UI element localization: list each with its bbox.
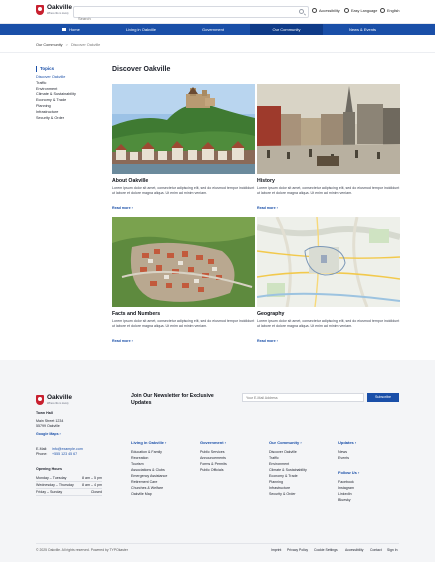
legal-link-privacy[interactable]: Privacy Policy (287, 548, 308, 552)
legal-link-cookie-settings[interactable]: Cookie Settings (314, 548, 338, 552)
page-title: Discover Oakville (112, 66, 171, 73)
legal-link-imprint[interactable]: Imprint (271, 548, 281, 552)
breadcrumb-current: Discover Oakville (70, 43, 101, 47)
footer-heading-updates[interactable]: Updates › (338, 440, 356, 445)
legal-link-contact[interactable]: Contact (370, 548, 382, 552)
nav-living-in-oakville[interactable]: Living in Oakville (106, 24, 176, 35)
newsletter-email-input[interactable] (242, 393, 364, 402)
city-map-image[interactable] (257, 217, 400, 307)
easy-language-button[interactable]: Easy Language (344, 8, 377, 13)
card-title: About Oakville (112, 178, 149, 184)
divider (36, 543, 399, 544)
footer-logo-name: Oakville (47, 394, 72, 401)
phone-link[interactable]: +555 123 45 67 (52, 452, 77, 457)
read-more-link[interactable]: Read more › (112, 206, 133, 210)
top-header: Oakville Where life is lovely Accessibil… (0, 0, 435, 24)
globe-icon (380, 8, 385, 13)
footer-heading-follow-us[interactable]: Follow Us › (338, 470, 359, 475)
accessibility-icon (312, 8, 317, 13)
card-about-oakville: About Oakville Lorem ipsum dolor sit ame… (112, 84, 255, 214)
card-history: History Lorem ipsum dolor sit amet, cons… (257, 84, 400, 214)
legal-link-sign-in[interactable]: Sign In (387, 548, 398, 552)
easy-language-icon (344, 8, 349, 13)
subscribe-button[interactable]: Subscribe (367, 393, 399, 402)
card-title: Facts and Numbers (112, 311, 161, 317)
footer-link[interactable]: Events (338, 455, 349, 461)
breadcrumb-separator: > (65, 43, 68, 47)
read-more-link[interactable]: Read more › (112, 339, 133, 343)
google-maps-link[interactable]: Google Maps › (36, 432, 61, 437)
footer-heading-community[interactable]: Our Community › (269, 440, 302, 445)
sidebar-heading: Topics (36, 66, 104, 72)
crest-icon (36, 5, 44, 16)
historic-painting-image[interactable] (257, 84, 400, 174)
home-icon (62, 28, 67, 31)
address-line-2: 55799 Oakville (36, 424, 60, 428)
card-geography: Geography Lorem ipsum dolor sit amet, co… (257, 217, 400, 347)
footer-link[interactable]: Public Officials (200, 467, 227, 473)
sidebar-item-security[interactable]: Security & Order (36, 116, 104, 122)
crest-icon (36, 395, 44, 406)
read-more-link[interactable]: Read more › (257, 339, 278, 343)
language-selector[interactable]: English (380, 8, 399, 13)
hours-row: Friday – Sunday Closed (36, 490, 102, 496)
breadcrumb-parent[interactable]: Our Community (36, 43, 63, 47)
aerial-town-image[interactable] (112, 217, 255, 307)
footer-logo-tagline: Where life is lovely (47, 401, 69, 405)
divider (0, 52, 435, 53)
card-title: Geography (257, 311, 285, 317)
footer-link[interactable]: Security & Order (269, 491, 307, 497)
footer-heading-government[interactable]: Government › (200, 440, 226, 445)
opening-hours-heading: Opening Hours (36, 467, 62, 471)
card-text: Lorem ipsum dolor sit amet, consectetur … (257, 319, 400, 328)
topics-sidebar: Topics Discover Oakville Traffic Environ… (36, 66, 104, 121)
social-link-bluesky[interactable]: Bluesky (338, 497, 354, 503)
footer-link[interactable]: Oakville Map (131, 491, 167, 497)
phone-label: Phone: (36, 452, 48, 456)
card-facts-and-numbers: Facts and Numbers Lorem ipsum dolor sit … (112, 217, 255, 347)
search-input[interactable] (74, 13, 274, 24)
hours-row: Wednesday – Thursday 8 am – 4 pm (36, 483, 102, 489)
nav-home[interactable]: Home (36, 24, 106, 35)
search-icon[interactable] (299, 9, 304, 14)
accessibility-button[interactable]: Accessibility (312, 8, 340, 13)
copyright-text: © 2025 Oakville. All rights reserved. Po… (36, 548, 128, 552)
nav-government[interactable]: Government (178, 24, 248, 35)
nav-our-community[interactable]: Our Community (250, 24, 323, 35)
nav-news-events[interactable]: News & Events (326, 24, 399, 35)
newsletter-title: Join Our Newsletter for Exclusive Update… (131, 393, 214, 406)
site-logo[interactable]: Oakville Where life is lovely (36, 4, 72, 16)
logo-tagline: Where life is lovely (47, 11, 69, 15)
main-navigation: Home Living in Oakville Government Our C… (0, 24, 435, 35)
breadcrumb: Our Community > Discover Oakville (36, 43, 100, 47)
logo-name: Oakville (47, 4, 72, 11)
opening-hours-table: Monday – Tuesday 8 am – 5 pm Wednesday – … (36, 475, 102, 496)
legal-link-accessibility[interactable]: Accessibility (345, 548, 363, 552)
card-text: Lorem ipsum dolor sit amet, consectetur … (257, 186, 400, 195)
footer-heading-living[interactable]: Living in Oakville › (131, 440, 166, 445)
card-text: Lorem ipsum dolor sit amet, consectetur … (112, 186, 255, 195)
castle-town-image[interactable] (112, 84, 255, 174)
footer-logo[interactable]: Oakville Where life is lovely (36, 394, 72, 406)
town-hall-heading: Town Hall (36, 411, 53, 415)
read-more-link[interactable]: Read more › (257, 206, 278, 210)
card-title: History (257, 178, 275, 184)
card-text: Lorem ipsum dolor sit amet, consectetur … (112, 319, 255, 328)
hours-row: Monday – Tuesday 8 am – 5 pm (36, 476, 102, 482)
search-box (73, 6, 309, 24)
